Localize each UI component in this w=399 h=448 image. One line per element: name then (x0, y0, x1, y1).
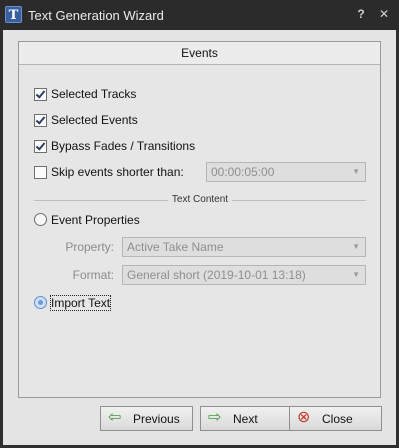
checkbox-box[interactable] (34, 166, 47, 179)
previous-button[interactable]: ⇦ Previous (100, 406, 193, 431)
format-value: General short (2019-10-01 13:18) (127, 268, 306, 282)
checkbox-box[interactable] (34, 114, 47, 127)
property-label: Property: (65, 240, 114, 254)
selected-events-checkbox[interactable]: Selected Events (34, 112, 234, 130)
radio-label: Import Text (49, 295, 112, 311)
radio-circle[interactable] (34, 296, 47, 309)
import-text-radio[interactable]: Import Text (34, 295, 154, 313)
property-value: Active Take Name (127, 240, 224, 254)
checkbox-label: Bypass Fades / Transitions (51, 139, 196, 153)
format-label: Format: (72, 268, 114, 282)
dialog-body: Events Selected Tracks Selected Events B… (3, 30, 396, 445)
close-icon[interactable]: ✕ (377, 7, 391, 21)
panel-title: Events (19, 42, 380, 65)
checkbox-label: Skip events shorter than: (51, 165, 184, 179)
title-bar: T Text Generation Wizard ? ✕ (0, 0, 399, 30)
property-dropdown[interactable]: Active Take Name ▼ (122, 237, 366, 257)
skip-short-events-checkbox[interactable]: Skip events shorter than: (34, 164, 214, 182)
button-label: Next (233, 412, 258, 426)
event-properties-radio[interactable]: Event Properties (34, 212, 194, 230)
radio-circle[interactable] (34, 213, 47, 226)
bypass-fades-checkbox[interactable]: Bypass Fades / Transitions (34, 138, 234, 156)
checkbox-box[interactable] (34, 88, 47, 101)
help-icon[interactable]: ? (354, 7, 368, 21)
arrow-left-icon: ⇦ (108, 409, 122, 426)
chevron-down-icon: ▼ (352, 270, 360, 279)
checkbox-box[interactable] (34, 140, 47, 153)
window-title: Text Generation Wizard (28, 8, 164, 23)
format-dropdown[interactable]: General short (2019-10-01 13:18) ▼ (122, 265, 366, 285)
chevron-down-icon: ▼ (352, 167, 360, 176)
selected-tracks-checkbox[interactable]: Selected Tracks (34, 86, 234, 104)
close-button[interactable]: ⊗ Close (289, 406, 382, 431)
separator-label: Text Content (167, 195, 233, 205)
text-generation-app-icon: T (5, 6, 22, 23)
arrow-right-icon: ⇨ (208, 409, 222, 426)
next-button[interactable]: ⇨ Next (200, 406, 293, 431)
button-label: Close (322, 412, 353, 426)
events-panel: Events Selected Tracks Selected Events B… (18, 41, 381, 398)
button-label: Previous (133, 412, 180, 426)
checkbox-label: Selected Events (51, 113, 138, 127)
skip-duration-value: 00:00:05:00 (211, 165, 275, 179)
skip-duration-dropdown[interactable]: 00:00:05:00 ▼ (206, 162, 366, 182)
close-circle-icon: ⊗ (297, 409, 311, 426)
checkbox-label: Selected Tracks (51, 87, 137, 101)
radio-label: Event Properties (51, 213, 140, 227)
text-content-separator: Text Content (34, 195, 366, 205)
chevron-down-icon: ▼ (352, 242, 360, 251)
